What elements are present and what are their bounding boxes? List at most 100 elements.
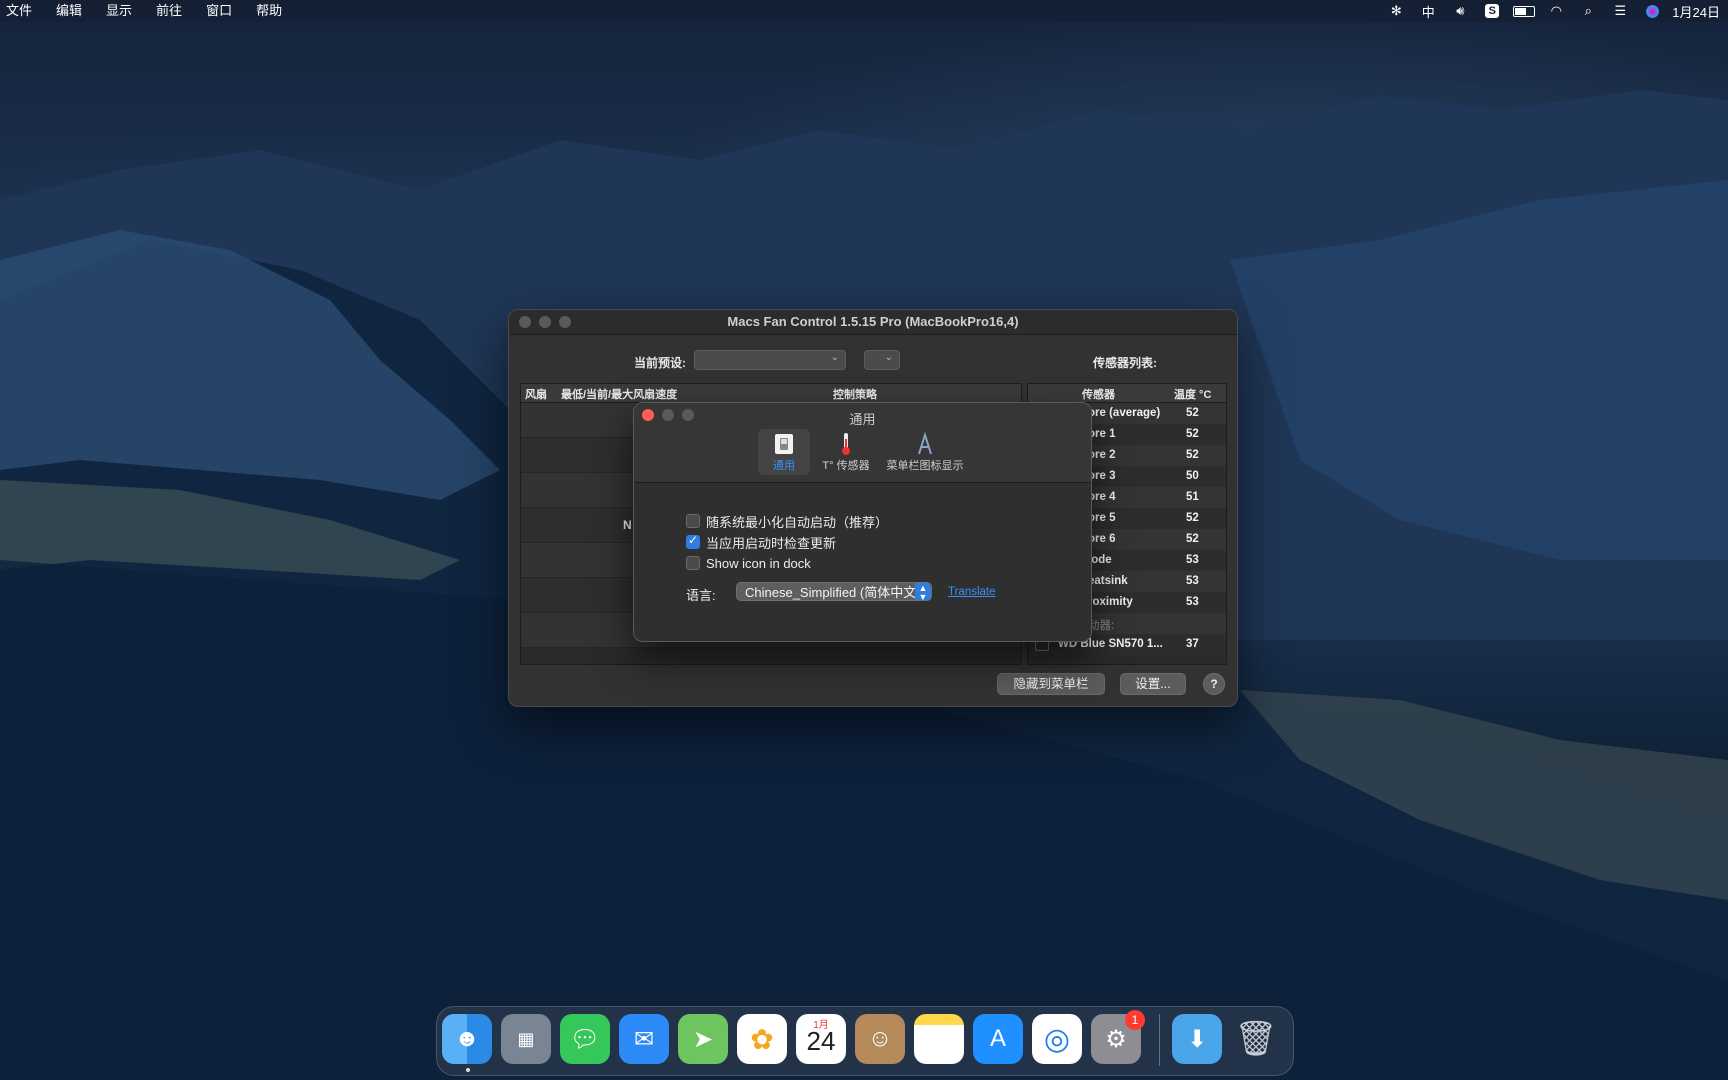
col-sensor[interactable]: 传感器 bbox=[1082, 386, 1115, 402]
menubar-clock[interactable]: 1月24日 bbox=[1668, 2, 1728, 21]
sensor-name: ore 4 bbox=[1088, 491, 1116, 503]
maps-icon[interactable]: ➤ bbox=[678, 1014, 728, 1064]
notes-icon[interactable] bbox=[914, 1014, 964, 1064]
dock-icon-option[interactable]: Show icon in dock bbox=[686, 554, 811, 572]
sensor-value: 51 bbox=[1186, 491, 1199, 503]
photos-icon[interactable]: ✿ bbox=[737, 1014, 787, 1064]
settings-button[interactable]: 设置... bbox=[1120, 673, 1186, 695]
messages-icon[interactable]: 💬︎ bbox=[560, 1014, 610, 1064]
sensor-value: 52 bbox=[1186, 533, 1199, 545]
sensor-value: 53 bbox=[1186, 596, 1199, 608]
wifi-icon[interactable]: ◠ bbox=[1540, 0, 1572, 22]
fan-control-status-icon[interactable]: ✻ bbox=[1380, 0, 1412, 22]
calendar-icon[interactable]: 1月 24 bbox=[796, 1014, 846, 1064]
sensor-name: ore 2 bbox=[1088, 449, 1116, 461]
sensor-value: 52 bbox=[1186, 428, 1199, 440]
mail-icon[interactable]: ✉ bbox=[619, 1014, 669, 1064]
check-updates-checkbox[interactable] bbox=[686, 533, 700, 549]
sensor-name: roximity bbox=[1088, 596, 1133, 608]
menu-file[interactable]: 文件 bbox=[0, 0, 44, 22]
check-updates-option[interactable]: 当应用启动时检查更新 bbox=[686, 533, 836, 551]
window-controls bbox=[519, 316, 571, 328]
col-fan[interactable]: 风扇 bbox=[525, 386, 547, 402]
dock-icon-checkbox[interactable] bbox=[686, 556, 700, 570]
sensor-value: 52 bbox=[1186, 449, 1199, 461]
tab-sensors[interactable]: T° 传感器 bbox=[816, 429, 876, 475]
tab-sensors-label: T° 传感器 bbox=[822, 460, 870, 472]
trash-icon[interactable]: 🗑︎ bbox=[1231, 1014, 1281, 1064]
language-select-value: Chinese_Simplified (简体中文) bbox=[745, 585, 921, 600]
check-updates-label: 当应用启动时检查更新 bbox=[706, 535, 837, 551]
finder-running-indicator bbox=[466, 1068, 470, 1072]
spotlight-search-icon[interactable]: ⌕ bbox=[1572, 0, 1604, 22]
sensor-name: ore 5 bbox=[1088, 512, 1116, 524]
close-button[interactable] bbox=[519, 316, 531, 328]
minimize-button[interactable] bbox=[539, 316, 551, 328]
tab-general-label: 通用 bbox=[773, 460, 795, 472]
s-app-icon[interactable]: S bbox=[1476, 0, 1508, 22]
launchpad-icon[interactable]: ▦ bbox=[501, 1014, 551, 1064]
sensor-name: ore 1 bbox=[1088, 428, 1116, 440]
chevron-down-icon: ⌄ bbox=[884, 352, 893, 363]
general-switch-icon bbox=[758, 431, 810, 457]
sensor-value: 52 bbox=[1186, 407, 1199, 419]
translate-link[interactable]: Translate bbox=[948, 586, 996, 598]
preferences-dialog: 通用 通用 T° 传感器 菜单栏图标显示 随系统最小化自动启动（推荐） 当应用启… bbox=[633, 402, 1092, 642]
finder-icon[interactable]: ☻ bbox=[442, 1014, 492, 1064]
menu-view[interactable]: 显示 bbox=[94, 0, 144, 22]
sensor-value: 37 bbox=[1186, 638, 1199, 650]
menu-bar: 文件 编辑 显示 前往 窗口 帮助 ✻ 中 🔊︎ S ◠ ⌕ ☰ 1月24日 bbox=[0, 0, 1728, 22]
window-titlebar[interactable]: Macs Fan Control 1.5.15 Pro (MacBookPro1… bbox=[509, 310, 1237, 335]
contacts-icon[interactable]: ☺ bbox=[855, 1014, 905, 1064]
battery-icon[interactable] bbox=[1508, 0, 1540, 22]
input-method-icon[interactable]: 中 bbox=[1412, 0, 1444, 22]
sensor-value: 50 bbox=[1186, 470, 1199, 482]
menu-window[interactable]: 窗口 bbox=[194, 0, 244, 22]
fan-table-header: 风扇 最低/当前/最大风扇速度 控制策略 bbox=[521, 384, 1021, 403]
language-select[interactable]: Chinese_Simplified (简体中文) ▲ ▼ bbox=[736, 582, 932, 601]
menu-edit[interactable]: 编辑 bbox=[44, 0, 94, 22]
zoom-button[interactable] bbox=[559, 316, 571, 328]
menu-go[interactable]: 前往 bbox=[144, 0, 194, 22]
preset-action-popup[interactable]: ⌄ bbox=[864, 350, 900, 370]
dock-icon-label: Show icon in dock bbox=[706, 555, 811, 571]
autostart-option[interactable]: 随系统最小化自动启动（推荐） bbox=[686, 512, 888, 530]
control-center-icon[interactable]: ☰ bbox=[1604, 0, 1636, 22]
autostart-checkbox[interactable] bbox=[686, 514, 700, 528]
sensor-name: eatsink bbox=[1088, 575, 1128, 587]
window-title: Macs Fan Control 1.5.15 Pro (MacBookPro1… bbox=[727, 314, 1019, 329]
siri-icon[interactable] bbox=[1636, 0, 1668, 22]
help-button[interactable]: ? bbox=[1203, 673, 1225, 695]
chevron-down-icon: ⌄ bbox=[830, 352, 839, 363]
sensors-label: 传感器列表: bbox=[1093, 356, 1157, 370]
sensor-name: ore 6 bbox=[1088, 533, 1116, 545]
app-store-icon[interactable]: A bbox=[973, 1014, 1023, 1064]
safari-icon[interactable]: ◎ bbox=[1032, 1014, 1082, 1064]
sensor-value: 53 bbox=[1186, 575, 1199, 587]
sensor-name: ore (average) bbox=[1088, 407, 1161, 419]
downloads-folder-icon[interactable]: ⬇ bbox=[1172, 1014, 1222, 1064]
tab-menubar-display-label: 菜单栏图标显示 bbox=[886, 460, 964, 472]
hide-to-menubar-button[interactable]: 隐藏到菜单栏 bbox=[997, 673, 1105, 695]
tab-menubar-display[interactable]: 菜单栏图标显示 bbox=[880, 429, 970, 475]
dialog-title: 通用 bbox=[849, 412, 876, 427]
col-control[interactable]: 控制策略 bbox=[833, 386, 877, 402]
preset-combobox[interactable]: ⌄ bbox=[694, 350, 846, 370]
sensor-value: 53 bbox=[1186, 554, 1199, 566]
calendar-day: 24 bbox=[806, 1026, 836, 1056]
system-preferences-icon[interactable]: ⚙ 1 bbox=[1091, 1010, 1145, 1064]
col-temperature[interactable]: 温度 °C bbox=[1174, 386, 1211, 402]
sensor-table-header: 传感器 温度 °C bbox=[1028, 384, 1226, 403]
volume-icon[interactable]: 🔊︎ bbox=[1444, 0, 1476, 22]
autostart-label: 随系统最小化自动启动（推荐） bbox=[706, 514, 889, 530]
language-label: 语言: bbox=[686, 588, 716, 603]
updown-chevron-icon: ▲ ▼ bbox=[915, 583, 931, 600]
dock-separator bbox=[1159, 1014, 1160, 1066]
notification-badge: 1 bbox=[1125, 1010, 1145, 1030]
sensor-value: 52 bbox=[1186, 512, 1199, 524]
menu-help[interactable]: 帮助 bbox=[244, 0, 294, 22]
preset-label: 当前预设: bbox=[634, 356, 686, 370]
tab-general[interactable]: 通用 bbox=[758, 429, 810, 475]
col-fan-speed[interactable]: 最低/当前/最大风扇速度 bbox=[561, 386, 677, 402]
sensor-name: ore 3 bbox=[1088, 470, 1116, 482]
